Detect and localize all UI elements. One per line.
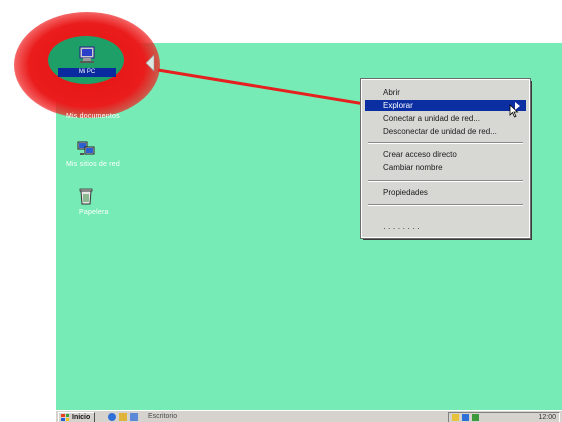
mouse-cursor-icon xyxy=(509,104,519,118)
menu-item-explore-label: Explorar xyxy=(383,101,413,110)
menu-separator xyxy=(368,180,523,182)
start-button[interactable]: Inicio xyxy=(58,412,96,422)
taskbar: Inicio Escritorio 12:00 xyxy=(56,410,562,422)
speaker-icon[interactable] xyxy=(452,414,459,421)
menu-item-explore[interactable]: Explorar xyxy=(365,100,526,111)
internet-explorer-icon[interactable] xyxy=(108,413,116,421)
windows-logo-icon xyxy=(61,414,69,421)
outlook-icon[interactable] xyxy=(119,413,127,421)
show-desktop-icon[interactable] xyxy=(130,413,138,421)
context-menu[interactable]: Abrir Explorar Conectar a unidad de red.… xyxy=(360,78,531,239)
menu-item-properties[interactable]: Propiedades xyxy=(365,187,526,198)
menu-separator xyxy=(368,142,523,144)
menu-item-map-drive[interactable]: Conectar a unidad de red... xyxy=(365,113,526,124)
menu-item-disconnect-drive[interactable]: Desconectar de unidad de red... xyxy=(365,126,526,137)
menu-item-create-shortcut[interactable]: Crear acceso directo xyxy=(365,149,526,160)
menu-item-rename[interactable]: Cambiar nombre xyxy=(365,162,526,173)
menu-item-properties-extra[interactable]: · · · · · · · · xyxy=(365,223,526,234)
start-label: Inicio xyxy=(72,414,91,421)
taskbar-text: Escritorio xyxy=(148,413,178,420)
shield-icon[interactable] xyxy=(472,414,479,421)
menu-item-open[interactable]: Abrir xyxy=(365,87,526,98)
network-tray-icon[interactable] xyxy=(462,414,469,421)
screen: Mi PC Mis documentos Mis sitios de red P… xyxy=(0,0,562,422)
menu-separator xyxy=(368,204,523,206)
clock[interactable]: 12:00 xyxy=(538,413,556,422)
system-tray: 12:00 xyxy=(448,412,560,422)
